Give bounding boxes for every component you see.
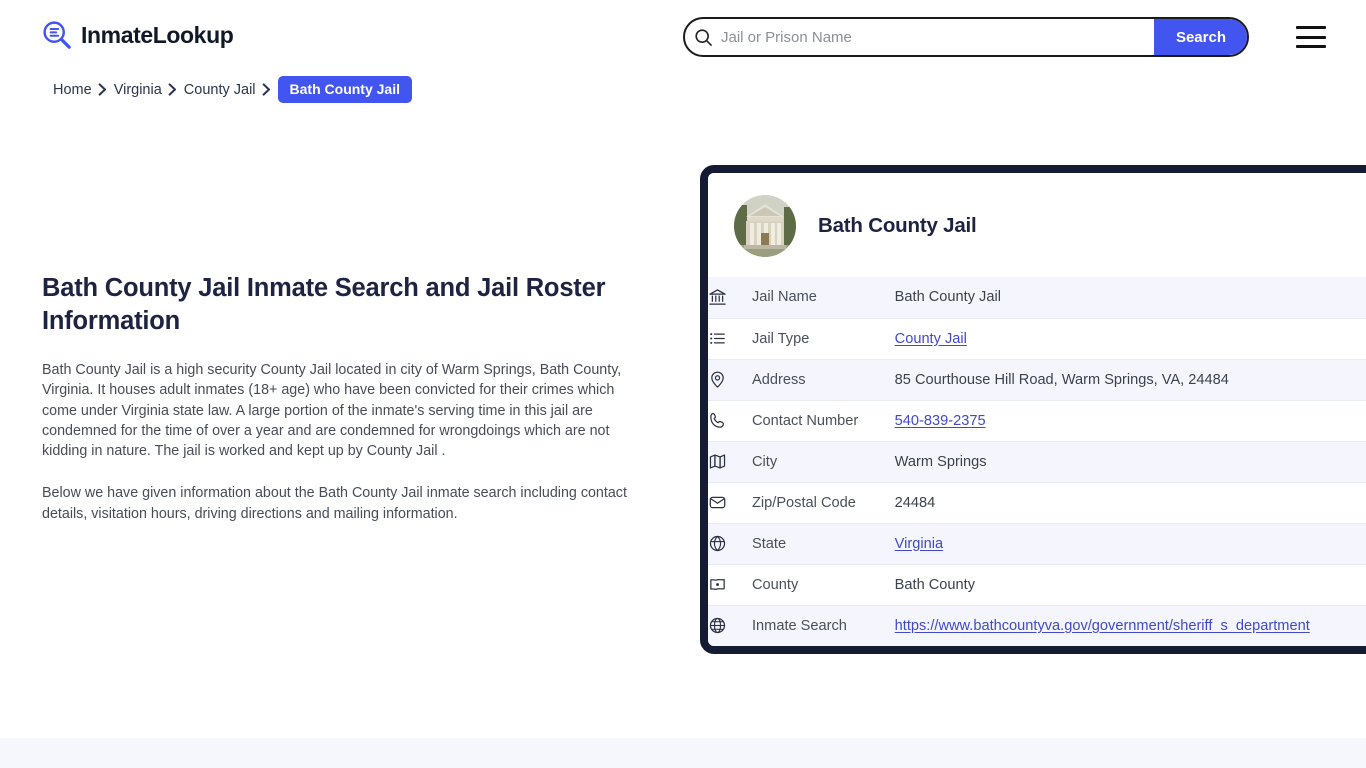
breadcrumb-item-home[interactable]: Home [53, 82, 92, 98]
row-label: State [752, 522, 895, 564]
row-label: Contact Number [752, 399, 895, 441]
phone-icon [708, 399, 752, 441]
row-value: Bath County Jail [894, 289, 1001, 306]
breadcrumb-item-county-jail[interactable]: County Jail [184, 82, 256, 98]
row-value: Warm Springs [894, 440, 1366, 482]
table-row: City Warm Springs [708, 440, 1366, 482]
hamburger-menu-icon[interactable] [1296, 26, 1328, 48]
magnifier-list-icon [42, 20, 72, 50]
row-value: County Jail [894, 317, 1366, 359]
breadcrumb-item-virginia[interactable]: Virginia [114, 82, 162, 98]
intro-paragraph-1: Bath County Jail is a high security Coun… [42, 362, 622, 460]
row-label: City [752, 440, 895, 482]
hamburger-line [1296, 45, 1326, 48]
search-input[interactable] [721, 19, 1154, 55]
row-value: 85 Courthouse Hill Road, Warm Springs, V… [894, 358, 1366, 400]
county-icon [708, 563, 752, 605]
search-icon [685, 19, 721, 55]
table-row: State Virginia [708, 522, 1366, 564]
table-row: Jail Name Bath County Jail [708, 277, 1366, 318]
jail-info-card: Bath County Jail Jail Name Bath County J… [700, 165, 1366, 654]
table-row: Contact Number 540-839-2375 [708, 399, 1366, 441]
hamburger-line [1296, 35, 1326, 39]
row-value: 24484 [894, 481, 1366, 523]
row-label: Jail Name [752, 289, 817, 306]
page-title: Bath County Jail Inmate Search and Jail … [42, 274, 606, 335]
row-label: Inmate Search [752, 604, 895, 646]
footer-band [0, 738, 1366, 768]
page-root: InmateLookup Search Home Virginia [0, 0, 1366, 768]
row-label: County [752, 563, 895, 605]
row-value-link[interactable]: County Jail [895, 331, 967, 347]
table-row: Zip/Postal Code 24484 [708, 481, 1366, 523]
search-button[interactable]: Search [1153, 19, 1247, 55]
row-label: Jail Type [752, 317, 895, 359]
hamburger-line [1296, 26, 1326, 29]
row-value: Bath County [894, 563, 1366, 605]
table-row: Address 85 Courthouse Hill Road, Warm Sp… [708, 358, 1366, 400]
intro-paragraph-2: Below we have given information about th… [42, 485, 627, 522]
courthouse-photo [734, 195, 796, 257]
site-header: InmateLookup Search [0, 0, 1366, 74]
web-icon [708, 604, 752, 646]
chevron-right-icon [92, 83, 114, 97]
jail-info-card-title: Bath County Jail [818, 214, 977, 237]
row-label: Address [752, 358, 895, 400]
site-logo[interactable]: InmateLookup [42, 20, 234, 50]
row-value: 540-839-2375 [894, 399, 1366, 441]
breadcrumb: Home Virginia County Jail Bath County Ja… [53, 76, 412, 103]
row-value: https://www.bathcountyva.gov/government/… [894, 604, 1366, 646]
table-row: County Bath County [708, 563, 1366, 605]
bank-icon [708, 277, 752, 318]
globe-grid-icon [708, 522, 752, 564]
jail-info-card-header: Bath County Jail [708, 173, 1366, 277]
breadcrumb-item-current: Bath County Jail [277, 76, 412, 103]
envelope-icon [708, 481, 752, 523]
row-value-link[interactable]: https://www.bathcountyva.gov/government/… [895, 618, 1310, 634]
row-value: Virginia [894, 522, 1366, 564]
list-icon [708, 317, 752, 359]
table-row: Jail Type County Jail [708, 317, 1366, 359]
map-pin-icon [708, 358, 752, 400]
site-logo-text: InmateLookup [81, 21, 234, 48]
row-value-link[interactable]: Virginia [895, 536, 943, 552]
chevron-right-icon [162, 83, 184, 97]
jail-info-table: Jail Name Bath County Jail Jail Type Cou… [708, 277, 1366, 646]
chevron-right-icon [256, 83, 278, 97]
row-value-link[interactable]: 540-839-2375 [895, 413, 986, 429]
table-row: Inmate Search https://www.bathcountyva.g… [708, 604, 1366, 646]
article-content: Bath County Jail Inmate Search and Jail … [42, 272, 637, 524]
search-bar[interactable]: Search [683, 17, 1249, 57]
row-label: Zip/Postal Code [752, 481, 895, 523]
map-icon [708, 440, 752, 482]
